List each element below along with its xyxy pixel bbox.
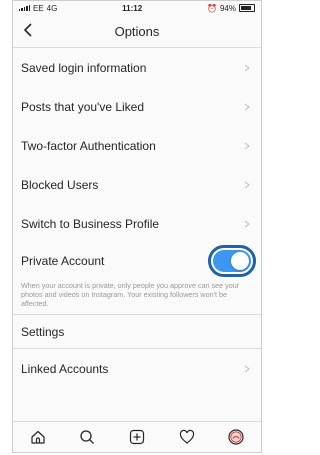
tab-bar [13, 421, 261, 452]
home-icon[interactable] [30, 429, 46, 445]
chevron-right-icon [244, 64, 250, 71]
chevron-right-icon [244, 103, 250, 110]
battery-icon [239, 4, 255, 12]
phone-screen: EE 4G 11:12 ⏰ 94% Options Saved login in… [12, 0, 262, 453]
battery-percent: 94% [219, 3, 236, 13]
option-blocked-users[interactable]: Blocked Users [13, 165, 261, 204]
chevron-right-icon [244, 220, 250, 227]
add-post-icon[interactable] [129, 429, 145, 445]
option-saved-login[interactable]: Saved login information [13, 48, 261, 87]
chevron-right-icon [244, 142, 250, 149]
toggle-knob [231, 252, 249, 270]
carrier-label: EE [32, 3, 44, 13]
back-arrow-icon[interactable] [21, 22, 37, 38]
option-label: Two-factor Authentication [21, 138, 156, 153]
signal-icon [19, 5, 30, 11]
option-label: Blocked Users [21, 177, 99, 192]
option-label: Saved login information [21, 60, 147, 75]
profile-icon[interactable] [228, 429, 244, 445]
option-private-account: Private Account [13, 243, 261, 279]
option-label: Linked Accounts [21, 361, 109, 376]
alarm-icon: ⏰ [207, 3, 217, 13]
chevron-right-icon [244, 365, 250, 372]
clock: 11:12 [122, 3, 143, 13]
option-linked-accounts[interactable]: Linked Accounts [13, 349, 261, 388]
search-icon[interactable] [79, 429, 95, 445]
settings-section-title: Settings [13, 315, 261, 349]
heart-icon[interactable] [179, 429, 195, 445]
option-liked-posts[interactable]: Posts that you've Liked [13, 87, 261, 126]
private-account-description: When your account is private, only peopl… [13, 279, 261, 315]
page-title: Options [114, 23, 160, 39]
header: Options [13, 15, 261, 48]
chevron-right-icon [244, 181, 250, 188]
option-label: Posts that you've Liked [21, 99, 145, 114]
private-account-toggle[interactable] [208, 245, 256, 277]
private-account-label: Private Account [21, 254, 105, 268]
network-label: 4G [46, 3, 58, 13]
option-two-factor[interactable]: Two-factor Authentication [13, 126, 261, 165]
status-bar: EE 4G 11:12 ⏰ 94% [13, 1, 261, 15]
options-list: Saved login information Posts that you'v… [13, 48, 261, 388]
option-label: Switch to Business Profile [21, 216, 160, 231]
option-business-profile[interactable]: Switch to Business Profile [13, 204, 261, 243]
